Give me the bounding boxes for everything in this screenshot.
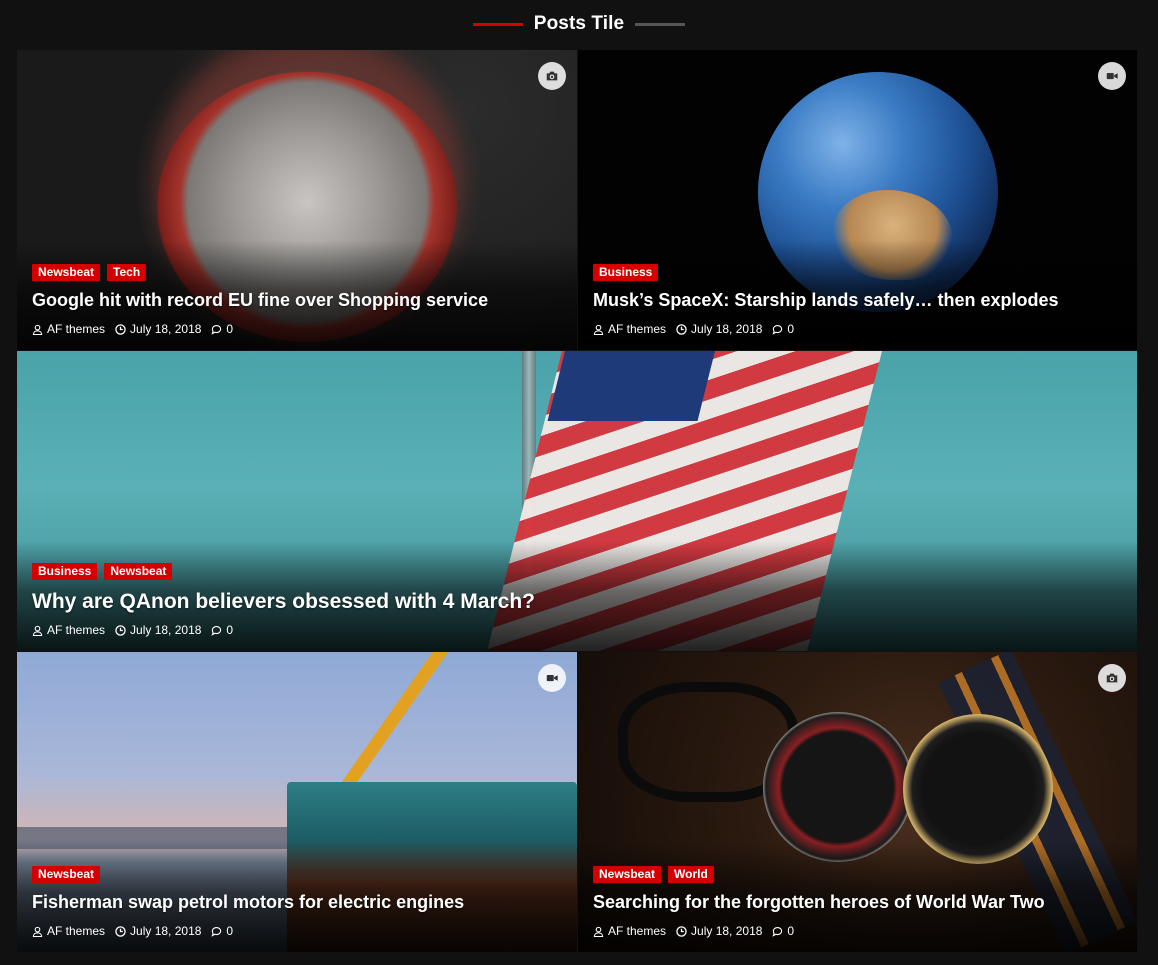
header-divider-line [635,22,686,26]
post-title[interactable]: Fisherman swap petrol motors for electri… [32,892,562,914]
camera-icon [1098,664,1126,692]
camera-icon [538,62,566,90]
section-header: Posts Tile [0,0,1158,48]
video-icon [1098,62,1126,90]
video-icon [538,664,566,692]
category-tag[interactable]: Newsbeat [32,866,101,884]
comment-icon [211,926,222,937]
post-date: July 18, 2018 [130,623,202,637]
comment-icon [772,926,783,937]
post-tile[interactable]: Business Newsbeat Why are QAnon believer… [17,351,1137,651]
user-icon [32,625,43,636]
post-title[interactable]: Musk’s SpaceX: Starship lands safely… th… [593,290,1122,312]
post-title[interactable]: Why are QAnon believers obsessed with 4 … [32,589,1122,614]
clock-icon [676,323,687,335]
comment-count[interactable]: 0 [226,924,233,938]
clock-icon [676,925,687,937]
category-tag[interactable]: Business [593,264,659,282]
post-author[interactable]: AF themes [47,623,105,637]
comment-count[interactable]: 0 [226,623,233,637]
comment-count[interactable]: 0 [226,322,233,336]
post-date: July 18, 2018 [130,924,202,938]
post-author[interactable]: AF themes [47,322,105,336]
category-tag[interactable]: Newsbeat [593,866,662,884]
post-date: July 18, 2018 [691,924,763,938]
post-date: July 18, 2018 [691,322,763,336]
category-tag[interactable]: Tech [107,264,147,282]
user-icon [32,926,43,937]
section-title: Posts Tile [533,13,625,34]
post-title[interactable]: Searching for the forgotten heroes of Wo… [593,892,1122,914]
user-icon [593,926,604,937]
user-icon [593,324,604,335]
post-author[interactable]: AF themes [47,924,105,938]
category-tag[interactable]: Business [32,562,98,580]
comment-count[interactable]: 0 [787,322,794,336]
comment-icon [211,625,222,636]
clock-icon [115,624,126,636]
post-date: July 18, 2018 [130,322,202,336]
header-accent-line [472,22,523,26]
post-tile[interactable]: Newsbeat Tech Google hit with record EU … [17,50,577,350]
comment-icon [772,324,783,335]
category-tag[interactable]: Newsbeat [32,264,101,282]
post-author[interactable]: AF themes [608,322,666,336]
post-author[interactable]: AF themes [608,924,666,938]
category-tag[interactable]: Newsbeat [104,562,173,580]
clock-icon [115,323,126,335]
comment-icon [211,324,222,335]
post-tile[interactable]: Newsbeat Fisherman swap petrol motors fo… [17,652,577,952]
post-tile[interactable]: Business Musk’s SpaceX: Starship lands s… [578,50,1137,350]
post-title[interactable]: Google hit with record EU fine over Shop… [32,290,562,312]
category-tag[interactable]: World [668,866,714,884]
user-icon [32,324,43,335]
post-tile[interactable]: Newsbeat World Searching for the forgott… [578,652,1137,952]
clock-icon [115,925,126,937]
comment-count[interactable]: 0 [787,924,794,938]
